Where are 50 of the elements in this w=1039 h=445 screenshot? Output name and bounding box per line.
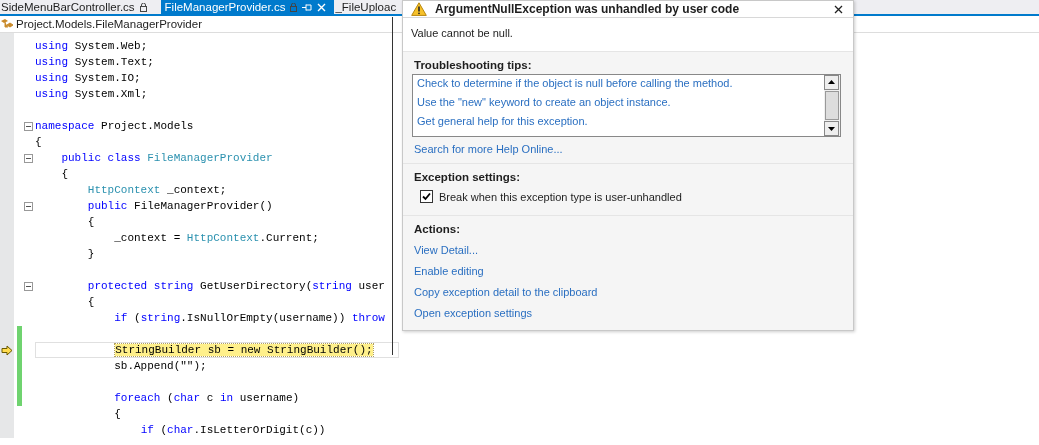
code-line: public FileManagerProvider() <box>86 200 273 212</box>
scroll-up-icon[interactable] <box>824 75 839 90</box>
code-line: { <box>35 136 42 148</box>
action-link[interactable]: Copy exception detail to the clipboard <box>414 286 598 298</box>
search-help-link[interactable]: Search for more Help Online... <box>414 143 563 155</box>
code-line: using System.Web; <box>35 40 148 52</box>
class-icon <box>0 18 14 30</box>
code-line: namespace Project.Models <box>35 120 194 132</box>
section-heading: Actions: <box>414 223 460 235</box>
code-line: public class FileManagerProvider <box>60 152 273 164</box>
action-link[interactable]: Open exception settings <box>414 307 533 319</box>
collapse-icon[interactable] <box>24 153 33 163</box>
code-line: { <box>86 296 95 308</box>
tip-link[interactable]: Use the "new" keyword to create an object instance. <box>417 96 820 108</box>
breadcrumb-label[interactable]: Project.Models.FileManagerProvider <box>16 18 202 30</box>
close-icon[interactable] <box>834 4 843 14</box>
warning-icon <box>411 2 427 16</box>
code-line: { <box>86 216 95 228</box>
code-line: protected string GetUserDirectory(string user <box>86 280 385 292</box>
action-link[interactable]: Enable editing <box>414 265 484 277</box>
file-tab[interactable]: _FileUploac <box>334 0 405 14</box>
code-line: sb.Append(""); <box>113 360 207 372</box>
code-line: { <box>113 408 121 420</box>
code-line: if (string.IsNullOrEmpty(username)) throw <box>113 312 385 324</box>
scroll-down-icon[interactable] <box>824 121 839 136</box>
checkbox-label[interactable]: Break when this exception type is user-unhandled <box>439 190 682 203</box>
pin-icon[interactable] <box>302 2 313 12</box>
code-line: if (char.IsLetterOrDigit(c)) <box>139 424 326 436</box>
code-line: using System.IO; <box>35 72 141 84</box>
collapse-icon[interactable] <box>24 121 33 131</box>
code-line: using System.Text; <box>35 56 154 68</box>
code-line: HttpContext _context; <box>86 184 227 196</box>
action-link[interactable]: View Detail... <box>414 244 478 256</box>
code-line: foreach (char c in username) <box>113 392 300 404</box>
exception-title: ArgumentNullException was unhandled by user code <box>435 2 741 16</box>
section-heading: Troubleshooting tips: <box>414 59 532 71</box>
code-line: using System.Xml; <box>35 88 148 100</box>
code-line: _context = HttpContext.Current; <box>113 232 319 244</box>
section-heading: Exception settings: <box>414 171 521 183</box>
file-tab[interactable]: FileManagerProvider.cs <box>160 0 335 14</box>
code-line: { <box>60 168 68 180</box>
tip-link[interactable]: Check to determine if the object is null before calling the method. <box>417 77 820 89</box>
code-line: } <box>86 248 95 260</box>
exception-message: Value cannot be null. <box>411 27 513 39</box>
collapse-icon[interactable] <box>24 201 33 211</box>
file-tab[interactable]: SideMenuBarController.cs <box>0 0 155 14</box>
collapse-icon[interactable] <box>24 281 33 291</box>
tip-link[interactable]: Get general help for this exception. <box>417 115 820 127</box>
checkbox[interactable] <box>420 190 433 203</box>
scrollbar[interactable] <box>824 75 840 136</box>
